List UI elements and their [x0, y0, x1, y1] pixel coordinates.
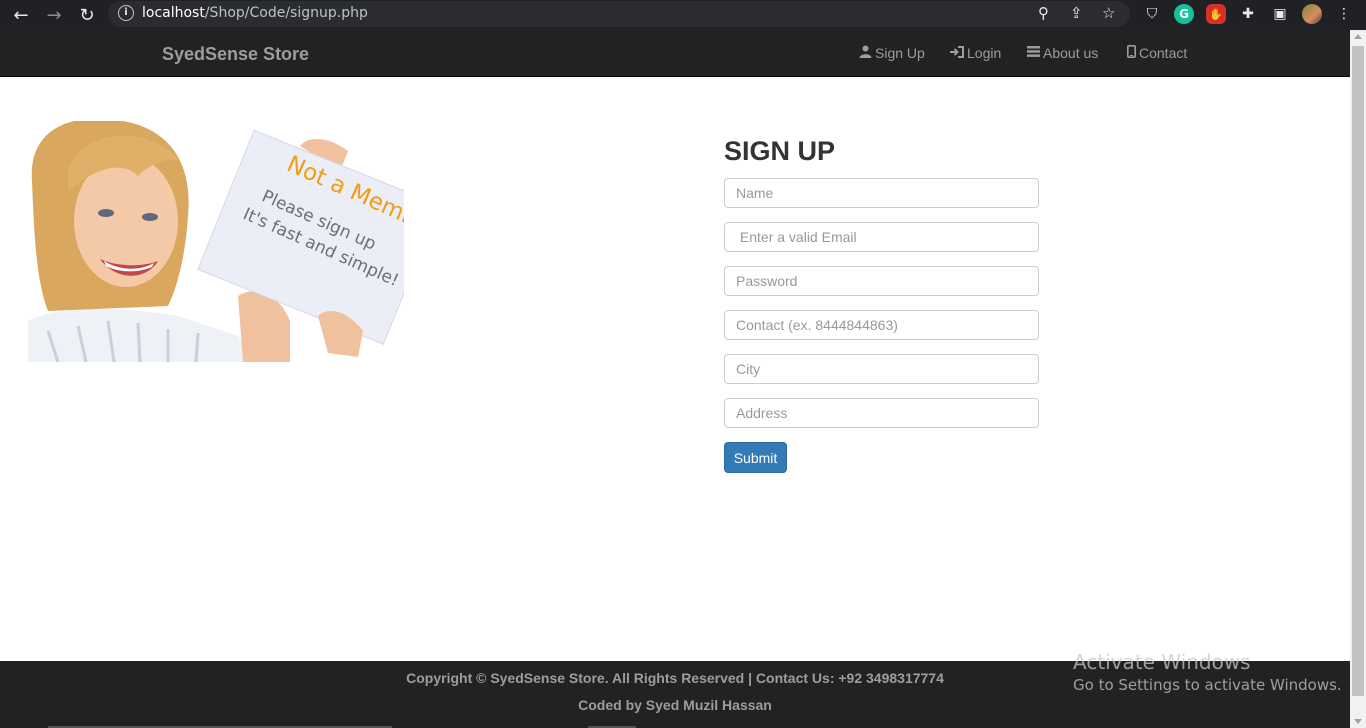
site-navbar: SyedSense Store Sign Up Login About us C… — [0, 30, 1350, 77]
name-input[interactable] — [724, 178, 1039, 208]
back-icon[interactable]: ← — [9, 3, 33, 27]
reload-icon[interactable]: ↻ — [75, 3, 99, 27]
email-input[interactable] — [724, 222, 1039, 252]
url-text[interactable]: localhost/Shop/Code/signup.php — [142, 5, 368, 21]
stop-extension-icon[interactable]: ✋ — [1206, 4, 1226, 24]
watermark-title: Activate Windows — [1073, 650, 1251, 674]
menu-kebab-icon[interactable]: ⋮ — [1334, 4, 1354, 24]
nav-signup-label: Sign Up — [875, 45, 925, 61]
nav-login-label: Login — [967, 45, 1002, 61]
submit-button[interactable]: Submit — [724, 442, 787, 473]
footer-credit: Coded by Syed Muzil Hassan — [578, 697, 772, 713]
signup-title: SIGN UP — [724, 136, 836, 166]
city-input[interactable] — [724, 354, 1039, 384]
zoom-icon[interactable]: ⚲ — [1038, 4, 1049, 22]
contact-input[interactable] — [724, 310, 1039, 340]
scroll-down-arrow-icon[interactable] — [1354, 719, 1362, 724]
password-input[interactable] — [724, 266, 1039, 296]
list-icon — [1027, 46, 1040, 60]
scroll-up-arrow-icon[interactable] — [1354, 34, 1362, 39]
nav-signup-link[interactable]: Sign Up — [859, 45, 925, 61]
share-icon[interactable]: ⇪ — [1070, 4, 1083, 22]
forward-icon[interactable]: → — [42, 3, 66, 27]
site-info-icon[interactable]: i — [118, 5, 134, 21]
nav-about-link[interactable]: About us — [1027, 45, 1098, 61]
watermark-subtitle: Go to Settings to activate Windows. — [1073, 676, 1342, 694]
scrollbar-thumb[interactable] — [1352, 46, 1364, 696]
nav-about-label: About us — [1043, 45, 1099, 61]
log-in-icon — [950, 45, 964, 61]
signup-promo-image: Not a Member? Please sign up It's fast a… — [28, 121, 404, 362]
profile-avatar-icon[interactable] — [1302, 4, 1322, 24]
side-panel-icon[interactable]: ▣ — [1270, 4, 1290, 24]
nav-contact-label: Contact — [1139, 45, 1188, 61]
phone-icon — [1127, 45, 1137, 61]
page-scrollbar[interactable] — [1350, 30, 1366, 728]
grammarly-icon[interactable]: G — [1174, 4, 1194, 24]
user-icon — [859, 45, 872, 61]
windows-activation-watermark: Activate Windows Go to Settings to activ… — [1073, 650, 1342, 694]
bookmark-star-icon[interactable]: ☆ — [1102, 4, 1115, 22]
brave-shield-icon[interactable]: ⛉ — [1142, 4, 1162, 24]
brand-link[interactable]: SyedSense Store — [162, 44, 309, 65]
address-bar[interactable]: i localhost/Shop/Code/signup.php ⚲ ⇪ ☆ — [108, 1, 1130, 27]
extensions-puzzle-icon[interactable]: ✚ — [1238, 4, 1258, 24]
nav-login-link[interactable]: Login — [950, 45, 1001, 61]
address-input[interactable] — [724, 398, 1039, 428]
nav-contact-link[interactable]: Contact — [1127, 45, 1187, 61]
browser-toolbar: ← → ↻ i localhost/Shop/Code/signup.php ⚲… — [0, 0, 1366, 30]
